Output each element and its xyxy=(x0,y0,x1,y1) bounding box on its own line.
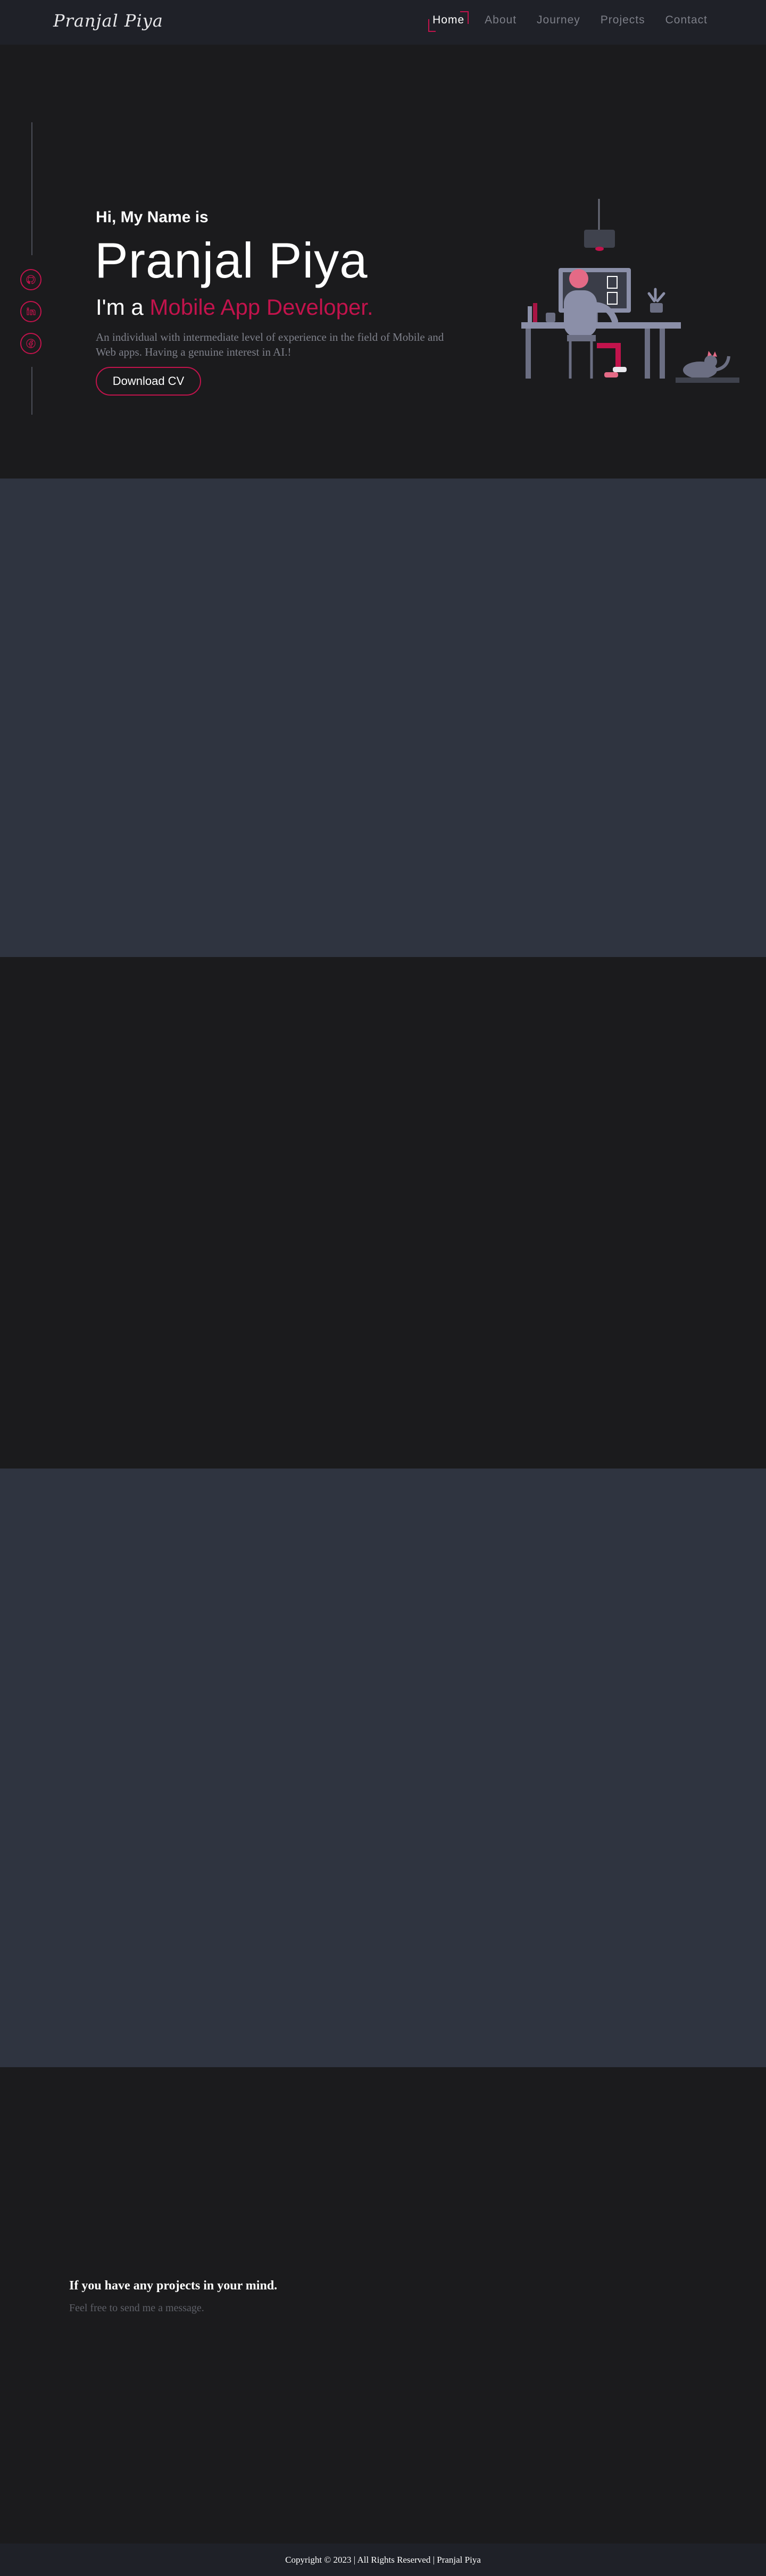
github-link[interactable] xyxy=(20,269,41,290)
hero-role: Mobile App Developer. xyxy=(149,295,373,320)
contact-title: If you have any projects in your mind. xyxy=(69,2279,278,2293)
linkedin-link[interactable] xyxy=(20,301,41,322)
github-icon xyxy=(26,275,36,284)
brand-logo[interactable]: Pranjal Piya xyxy=(53,11,163,31)
facebook-link[interactable] xyxy=(20,333,41,354)
hero-name: Pranjal Piya xyxy=(95,232,368,288)
hero-greeting: Hi, My Name is xyxy=(96,208,209,226)
about-section xyxy=(0,479,766,957)
linkedin-icon xyxy=(27,307,36,315)
developer-illustration xyxy=(521,199,739,383)
journey-section xyxy=(0,957,766,1469)
navbar: Pranjal Piya Home About Journey Projects… xyxy=(0,0,766,45)
projects-section xyxy=(0,1469,766,2067)
hero-role-prefix: I'm a xyxy=(96,295,144,320)
nav-journey[interactable]: Journey xyxy=(537,14,580,27)
footer: Copyright © 2023 | All Rights Reserved |… xyxy=(0,2544,766,2576)
nav-links: Home About Journey Projects Contact xyxy=(412,11,707,32)
hero-section: Hi, My Name is Pranjal Piya I'm a Mobile… xyxy=(0,45,766,479)
hero-description: An individual with intermediate level of… xyxy=(96,331,444,358)
contact-subtitle: Feel free to send me a message. xyxy=(69,2302,204,2314)
nav-projects[interactable]: Projects xyxy=(601,14,645,27)
nav-contact[interactable]: Contact xyxy=(665,14,707,27)
side-divider-top xyxy=(31,122,32,255)
side-divider-bottom xyxy=(31,367,32,415)
nav-about[interactable]: About xyxy=(485,14,517,27)
nav-home[interactable]: Home xyxy=(428,11,469,32)
hero-role-line: I'm a Mobile App Developer. xyxy=(96,295,373,320)
footer-copyright: Copyright © 2023 | All Rights Reserved |… xyxy=(285,2554,481,2565)
download-cv-button[interactable]: Download CV xyxy=(96,367,201,396)
facebook-icon xyxy=(26,339,36,348)
